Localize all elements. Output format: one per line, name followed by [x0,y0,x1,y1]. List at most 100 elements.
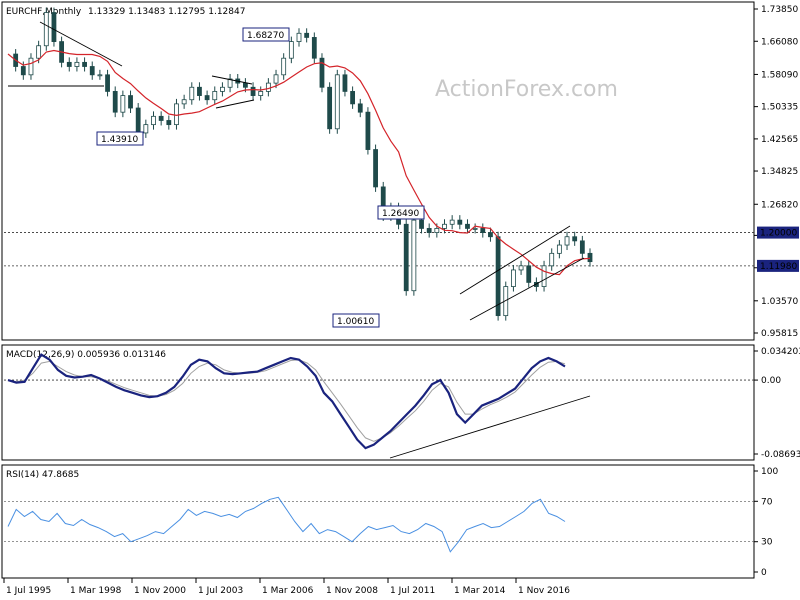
candle-body [158,115,164,121]
candle-body [43,12,49,47]
candle-body [403,223,409,292]
chart-background [0,0,800,600]
candle-body [28,57,34,76]
x-tick-label: 1 Mar 2006 [262,586,314,596]
x-tick-label: 1 Jul 1995 [6,586,51,596]
candle-body [51,12,57,42]
candle-body [89,66,95,76]
x-tick-label: 1 Jul 2011 [390,586,435,596]
rsi-tick-label: 0 [761,568,767,578]
candle-body [273,74,279,84]
candle-body [419,219,424,229]
candle-body [373,149,378,188]
rsi-tick-label: 70 [761,497,773,507]
candle-body [449,219,455,225]
candle-body [66,61,72,67]
candle-body [311,37,317,59]
candle-body [518,265,524,271]
x-tick-label: 1 Mar 2014 [454,586,506,596]
candle-body [426,228,432,233]
candle-body [572,236,578,242]
candle-body [556,244,562,254]
price-tick-label: 1.50335 [761,103,798,113]
rsi-title: RSI(14) 47.8685 [6,470,79,480]
candle-body [74,61,80,67]
annotation-label: 1.26490 [382,209,419,219]
candle-body [281,57,287,76]
level-label: 1.11980 [760,262,797,272]
candle-body [166,120,172,126]
macd-tick-label: 0.00 [761,376,781,386]
candle-body [265,82,271,92]
candle-body [304,32,310,38]
candle-body [212,91,218,101]
candle-body [564,236,570,246]
ohlc-readout: 1.13329 1.13483 1.12795 1.12847 [88,7,245,17]
candle-body [480,228,486,233]
candle-body [365,111,371,150]
candle-body [511,269,516,287]
price-tick-label: 1.42565 [761,135,798,145]
candle-body [250,86,256,96]
candle-body [220,86,225,92]
candle-body [411,219,417,292]
x-tick-label: 1 Nov 2000 [134,586,186,596]
candle-body [82,61,87,67]
macd-tick-label: 0.034203 [761,347,800,357]
level-label: 1.20000 [760,229,797,239]
candle-body [457,219,463,225]
candle-body [181,99,187,105]
price-tick-label: 1.34825 [761,167,798,177]
rsi-tick-label: 100 [761,467,778,477]
candle-body [143,124,149,134]
candle-body [472,228,478,230]
candle-body [350,91,356,105]
annotation-label: 1.00610 [337,317,374,327]
candle-body [20,66,26,76]
candle-body [174,103,179,126]
candle-body [151,115,156,126]
candle-body [128,95,133,109]
candle-body [465,223,470,229]
x-tick-label: 1 Nov 2016 [518,586,570,596]
candle-body [97,74,103,77]
candle-body [526,265,532,283]
watermark-text: ActionForex.com [435,77,618,102]
candle-body [442,223,447,229]
price-tick-label: 1.03570 [761,297,798,307]
candle-body [342,74,348,92]
candle-body [488,232,493,238]
candle-body [189,86,195,101]
price-tick-label: 1.26820 [761,200,798,210]
macd-tick-label: -0.086933 [761,450,800,460]
candle-body [334,74,340,130]
price-tick-label: 0.95815 [761,329,798,339]
price-tick-label: 1.66080 [761,37,798,47]
annotation-label: 1.68270 [247,31,284,41]
rsi-tick-label: 30 [761,538,773,548]
candle-body [434,228,440,233]
x-tick-label: 1 Mar 1998 [70,586,122,596]
candle-body [242,82,248,88]
candle-body [541,265,547,287]
price-tick-label: 1.58090 [761,70,798,80]
price-tick-label: 1.73850 [761,5,798,15]
candle-body [296,32,302,42]
x-tick-label: 1 Nov 2008 [326,586,378,596]
candle-body [258,91,264,96]
x-tick-label: 1 Jul 2003 [198,586,243,596]
candle-body [357,103,363,113]
candle-body [549,252,555,267]
candle-body [197,86,202,96]
annotation-label: 1.43910 [101,135,138,145]
chart-canvas: ActionForex.com EURCHF,Monthly 1.13329 1… [0,0,800,600]
candle-body [587,252,593,263]
candle-body [36,45,42,59]
candle-body [135,107,141,134]
candle-body [204,95,210,101]
macd-title: MACD(12,26,9) 0.005936 0.013146 [6,350,166,360]
candle-body [120,95,126,113]
candle-body [112,91,118,113]
candle-body [579,240,585,254]
candle-body [288,41,294,59]
